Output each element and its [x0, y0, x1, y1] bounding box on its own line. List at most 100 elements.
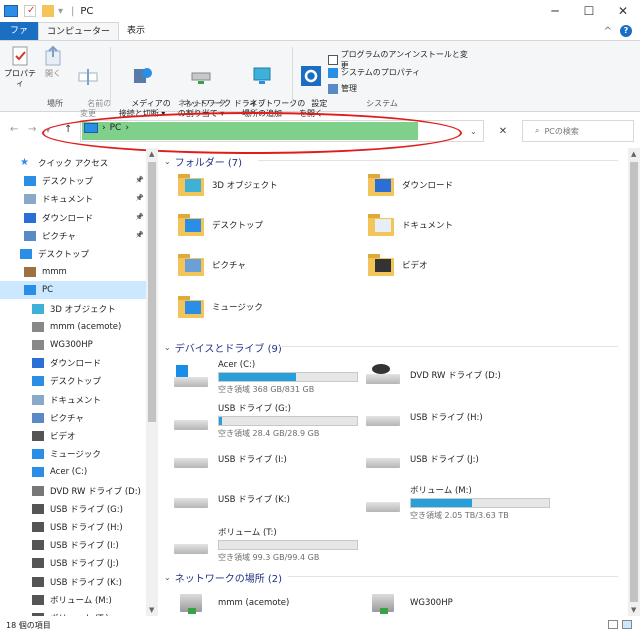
pin-icon[interactable]: 📌 — [135, 231, 144, 239]
sidebar-item[interactable]: USB ドライブ (H:) — [0, 518, 146, 536]
sidebar-item[interactable]: PC — [0, 281, 146, 300]
sidebar-item[interactable]: ダウンロード — [0, 209, 146, 227]
manage-button[interactable]: 管理 — [328, 83, 357, 94]
section-devices[interactable]: ⌄ デバイスとドライブ (9) — [164, 340, 282, 355]
properties-label: プロパティ — [4, 69, 36, 88]
download-icon — [32, 358, 44, 369]
folder-tile[interactable]: ビデオ — [368, 254, 428, 276]
drive-tile[interactable]: USB ドライブ (K:) — [172, 484, 290, 514]
drive-tile[interactable]: USB ドライブ (J:) — [364, 444, 479, 474]
chevron-down-icon[interactable]: ⌄ — [164, 573, 171, 582]
search-box[interactable]: ⌕ PCの検索 — [522, 120, 634, 142]
sidebar-item[interactable]: DVD RW ドライブ (D:) — [0, 482, 146, 500]
properties-button[interactable]: プロパティ — [4, 45, 36, 89]
sidebar-item[interactable]: USB ドライブ (J:) — [0, 554, 146, 572]
forward-arrow-icon[interactable]: → — [28, 124, 36, 135]
usb-drive-icon — [172, 484, 210, 514]
qat-dropdown-icon[interactable]: ▾ — [58, 6, 63, 17]
sidebar-item[interactable]: mmm (acemote) — [0, 318, 146, 336]
address-dropdown-icon[interactable]: ⌄ — [470, 127, 477, 136]
sidebar-item[interactable]: ボリューム (T:) — [0, 609, 146, 616]
sidebar-item[interactable]: ピクチャ — [0, 227, 146, 245]
drive-tile[interactable]: ボリューム (M:) 空き領域 2.05 TB/3.63 TB — [364, 484, 550, 521]
section-network[interactable]: ⌄ ネットワークの場所 (2) — [164, 570, 282, 585]
sidebar-item[interactable]: ダウンロード — [0, 354, 146, 372]
sidebar-item[interactable]: ★ クイック アクセス — [0, 154, 146, 172]
new-folder-icon[interactable] — [42, 5, 54, 17]
refresh-icon[interactable]: ✕ — [494, 122, 512, 142]
pin-icon[interactable]: 📌 — [135, 194, 144, 202]
chevron-down-icon[interactable]: ⌄ — [164, 343, 171, 352]
sidebar-item[interactable]: USB ドライブ (K:) — [0, 573, 146, 591]
drive-tile[interactable]: DVD RW ドライブ (D:) — [364, 360, 501, 390]
sidebar-item[interactable]: Acer (C:) — [0, 463, 146, 481]
sidebar-item-label: ミュージック — [50, 450, 101, 461]
maximize-button[interactable]: ☐ — [572, 0, 606, 22]
open-button[interactable]: 開く — [40, 45, 66, 79]
pc-icon — [24, 285, 36, 296]
drive-tile[interactable]: USB ドライブ (H:) — [364, 402, 483, 432]
document-icon — [32, 394, 44, 405]
folder-tile[interactable]: ピクチャ — [178, 254, 246, 276]
large-icons-view-icon[interactable] — [622, 620, 632, 629]
tab-file[interactable]: ファイル — [0, 22, 38, 54]
content-scroll-down-icon[interactable]: ▼ — [631, 606, 636, 614]
drive-tile[interactable]: ボリューム (T:) 空き領域 99.3 GB/99.4 GB — [172, 526, 358, 563]
drive-tile[interactable]: USB ドライブ (I:) — [172, 444, 287, 474]
sidebar-item[interactable]: mmm — [0, 263, 146, 281]
open-label: 開く — [45, 69, 61, 78]
sidebar-item[interactable]: デスクトップ — [0, 172, 146, 190]
section-folders[interactable]: ⌄ フォルダー (7) — [164, 154, 242, 169]
content-scrollbar-thumb[interactable] — [630, 162, 638, 602]
sidebar-item[interactable]: ミュージック — [0, 445, 146, 463]
sidebar-item-label: ピクチャ — [42, 231, 76, 242]
content-scroll-up-icon[interactable]: ▲ — [631, 150, 636, 158]
sidebar-item[interactable]: ボリューム (M:) — [0, 591, 146, 609]
pin-icon[interactable]: 📌 — [135, 176, 144, 184]
system-properties-button[interactable]: システムのプロパティ — [328, 67, 420, 78]
sidebar-item[interactable]: ドキュメント — [0, 391, 146, 409]
sidebar-item[interactable]: ピクチャ — [0, 409, 146, 427]
sidebar-item[interactable]: WG300HP — [0, 336, 146, 354]
network-location-tile[interactable]: WG300HP — [364, 588, 453, 616]
folder-tile[interactable]: ドキュメント — [368, 214, 453, 236]
sidebar-item[interactable]: デスクトップ — [0, 245, 146, 263]
sidebar-item[interactable]: USB ドライブ (I:) — [0, 536, 146, 554]
nav-scrollbar-thumb[interactable] — [148, 162, 156, 422]
drive-tile[interactable]: Acer (C:) 空き領域 368 GB/831 GB — [172, 360, 358, 395]
back-arrow-icon[interactable]: ← — [10, 124, 18, 135]
ribbon-collapse-icon[interactable]: ^ — [604, 26, 612, 37]
sidebar-item-label: USB ドライブ (K:) — [50, 577, 122, 588]
folder-tile[interactable]: ミュージック — [178, 296, 263, 318]
network-location-tile[interactable]: mmm (acemote) — [172, 588, 289, 616]
sidebar-item-label: USB ドライブ (J:) — [50, 559, 119, 570]
drive-label: USB ドライブ (J:) — [410, 455, 479, 465]
pin-icon[interactable]: 📌 — [135, 213, 144, 221]
nav-scroll-up-icon[interactable]: ▲ — [149, 150, 154, 158]
drive-label: USB ドライブ (H:) — [410, 413, 483, 423]
help-icon[interactable]: ? — [620, 25, 632, 37]
explorer-icon[interactable] — [4, 5, 18, 17]
pictures-icon — [32, 412, 44, 423]
sidebar-item[interactable]: デスクトップ — [0, 372, 146, 390]
sidebar-item[interactable]: ビデオ — [0, 427, 146, 445]
group-label-location: 場所 — [47, 99, 63, 108]
ribbon-group-location: プロパティ 開く 名前の 変更 場所 — [0, 43, 111, 118]
sidebar-item[interactable]: ドキュメント — [0, 190, 146, 208]
folder-tile[interactable]: デスクトップ — [178, 214, 263, 236]
drive-tile[interactable]: USB ドライブ (G:) 空き領域 28.4 GB/28.9 GB — [172, 402, 358, 439]
nav-scroll-down-icon[interactable]: ▼ — [149, 606, 154, 614]
checkmark-icon[interactable]: ✓ — [24, 5, 36, 17]
sidebar-item[interactable]: 3D オブジェクト — [0, 300, 146, 318]
drive-icon — [32, 594, 44, 605]
sidebar-item[interactable]: USB ドライブ (G:) — [0, 500, 146, 518]
folder-tile[interactable]: ダウンロード — [368, 174, 453, 196]
folder-tile[interactable]: 3D オブジェクト — [178, 174, 278, 196]
details-view-icon[interactable] — [608, 620, 618, 629]
minimize-button[interactable]: ─ — [538, 0, 572, 22]
tab-computer[interactable]: コンピューター — [38, 22, 120, 40]
close-button[interactable]: ✕ — [606, 0, 640, 22]
tab-view[interactable]: 表示 — [119, 22, 153, 40]
chevron-down-icon[interactable]: ⌄ — [164, 157, 171, 166]
network-pc-icon — [172, 588, 210, 616]
